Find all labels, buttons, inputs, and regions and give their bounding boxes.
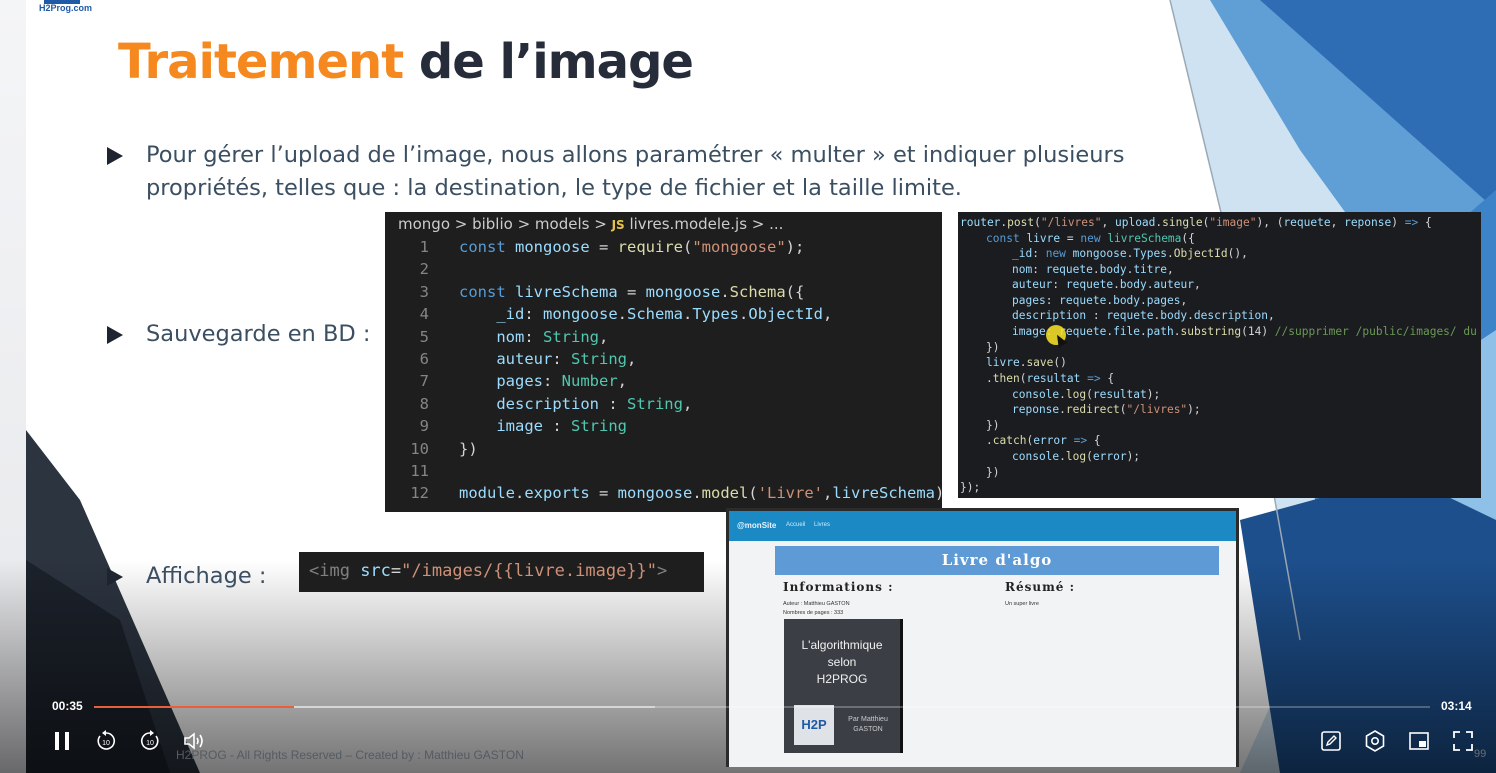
code-line: pages: Number,	[496, 372, 628, 390]
fullscreen-button[interactable]	[1451, 729, 1477, 753]
code-line: reponse.redirect("/livres");	[1012, 403, 1201, 416]
code-line: })	[986, 466, 1000, 479]
line-number: 3	[419, 283, 429, 301]
svg-text:10: 10	[102, 740, 110, 747]
video-player-controls: 00:35 03:14 10 10	[0, 690, 1496, 773]
screenshot-summary-text: Un super livre	[1005, 601, 1039, 607]
line-number: 2	[419, 260, 429, 278]
code-line: const mongoose = require("mongoose");	[459, 238, 805, 256]
settings-button[interactable]	[1363, 729, 1389, 753]
bullet-arrow-icon	[107, 326, 123, 344]
svg-text:10: 10	[146, 740, 154, 747]
bullet-display-text: Affichage :	[146, 563, 267, 589]
code-line: description : requete.body.description,	[1012, 309, 1275, 322]
line-number: 10	[410, 440, 429, 458]
line-number: 8	[419, 395, 429, 413]
duration: 03:14	[1441, 699, 1472, 713]
line-number: 12	[410, 484, 429, 502]
seek-bar[interactable]	[94, 706, 1430, 708]
screenshot-summary-heading: Résumé :	[1005, 580, 1076, 594]
code-line: _id: new mongoose.Types.ObjectId(),	[1012, 247, 1248, 260]
rewind-10-button[interactable]: 10	[94, 729, 120, 753]
screenshot-pages: Nombres de pages : 333	[783, 610, 844, 616]
bullet-arrow-icon	[107, 147, 123, 165]
fullscreen-icon	[1453, 731, 1473, 751]
annotate-icon	[1321, 731, 1341, 751]
code-line: auteur: String,	[496, 350, 637, 368]
line-number: 5	[419, 328, 429, 346]
code-line: })	[459, 440, 478, 458]
picture-in-picture-icon	[1409, 732, 1429, 750]
code-line: .catch(error => {	[986, 434, 1101, 447]
line-number: 6	[419, 350, 429, 368]
current-time: 00:35	[52, 699, 83, 713]
editor-breadcrumb: mongo > biblio > models > JS livres.mode…	[398, 215, 784, 233]
volume-button[interactable]	[182, 729, 208, 753]
rewind-10-icon: 10	[97, 730, 116, 750]
seek-bar-played	[94, 706, 295, 708]
annotate-button[interactable]	[1319, 729, 1345, 753]
code-line: _id: mongoose.Schema.Types.ObjectId,	[496, 305, 833, 323]
line-number: 9	[419, 417, 429, 435]
code-editor-router: router.post("/livres", upload.single("im…	[958, 212, 1481, 498]
video-frame[interactable]: H2Prog.com Traitement de l’image Pour gé…	[0, 0, 1496, 773]
screenshot-nav-link: Accueil	[786, 522, 806, 528]
code-line: const livreSchema = mongoose.Schema({	[459, 283, 805, 301]
screenshot-author: Auteur : Matthieu GASTON	[783, 601, 850, 607]
slide-title: Traitement de l’image	[118, 34, 694, 90]
screenshot-nav-link: Livres	[814, 522, 831, 528]
forward-10-button[interactable]: 10	[138, 729, 164, 753]
bullet-arrow-icon	[107, 568, 123, 586]
code-line: pages: requete.body.pages,	[1012, 294, 1188, 307]
screenshot-navbar: @monSite Accueil Livres	[729, 511, 1236, 541]
code-editor-model: mongo > biblio > models > JS livres.mode…	[385, 212, 942, 512]
code-line: nom: String,	[496, 328, 609, 346]
screenshot-brand: @monSite	[737, 521, 777, 530]
code-line: livre.save()	[986, 356, 1067, 369]
code-line: description : String,	[496, 395, 693, 413]
line-number: 4	[419, 305, 429, 323]
line-number: 11	[410, 462, 429, 480]
pause-button[interactable]	[50, 729, 76, 753]
settings-icon	[1365, 730, 1385, 752]
code-line: image: requete.file.path.substring(14) /…	[1012, 325, 1477, 338]
code-line: })	[986, 419, 1000, 432]
line-number: 7	[419, 372, 429, 390]
h2prog-logo: H2Prog.com	[36, 0, 96, 14]
code-line: auteur: requete.body.auteur,	[1012, 278, 1201, 291]
img-tag-code: <img src="/images/{{livre.image}}">	[309, 561, 668, 581]
code-line: nom: requete.body.titre,	[1012, 263, 1174, 276]
volume-icon	[184, 732, 203, 750]
code-line: console.log(resultat);	[1012, 388, 1161, 401]
code-line: });	[960, 481, 981, 494]
bullet-upload-text: Pour gérer l’upload de l’image, nous all…	[146, 142, 1125, 201]
code-line: })	[986, 341, 1000, 354]
code-line: router.post("/livres", upload.single("im…	[960, 216, 1432, 229]
code-snippet-img-tag: <img src="/images/{{livre.image}}">	[299, 552, 704, 592]
code-line: module.exports = mongoose.model('Livre',…	[459, 484, 942, 502]
code-line: image : String	[496, 417, 627, 435]
pause-icon	[55, 732, 69, 750]
code-line: const livre = new livreSchema({	[986, 232, 1195, 245]
screenshot-book-title-banner: Livre d'algo	[775, 546, 1219, 575]
forward-10-icon: 10	[140, 730, 159, 750]
picture-in-picture-button[interactable]	[1407, 729, 1433, 753]
line-number: 1	[419, 238, 429, 256]
code-line: .then(resultat => {	[986, 372, 1115, 385]
code-line: console.log(error);	[1012, 450, 1141, 463]
screenshot-info-heading: Informations :	[783, 580, 894, 594]
bullet-save-text: Sauvegarde en BD :	[146, 321, 371, 347]
